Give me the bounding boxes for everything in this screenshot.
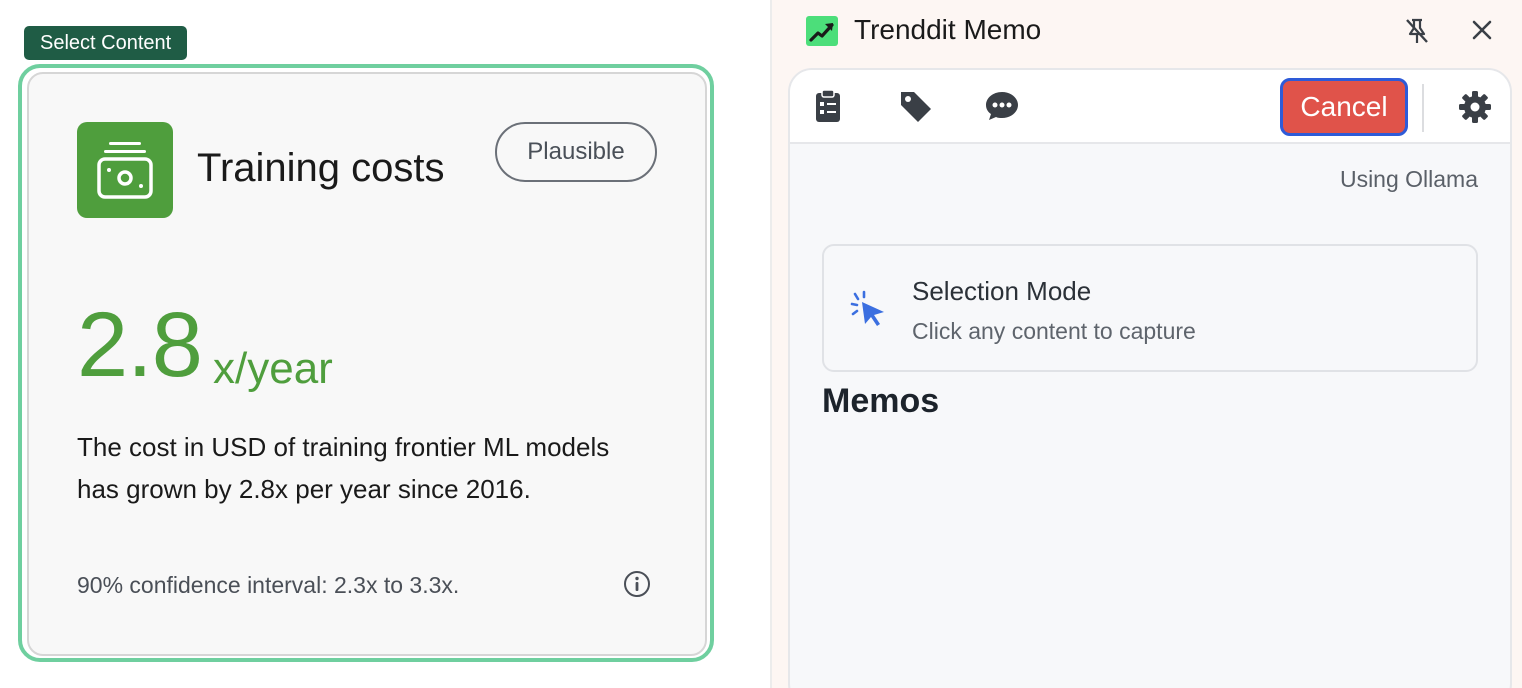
memos-heading: Memos [822,382,940,420]
panel-body: Cancel Using Ollama Selection Mode Click… [788,68,1512,688]
metric-unit: x/year [213,344,333,393]
metric-card[interactable]: Training costs Plausible 2.8 x/year The … [27,72,707,656]
trend-logo-icon [806,16,838,46]
info-icon[interactable] [623,570,651,598]
metric-description: The cost in USD of training frontier ML … [77,432,610,504]
plausible-badge: Plausible [495,122,657,182]
app-page: Select Content Training costs Plausible … [0,0,1522,688]
card-title: Training costs [197,146,445,190]
metric-value: 2.8 [77,294,203,396]
selection-mode-box: Selection Mode Click any content to capt… [822,244,1478,372]
confidence-interval: 90% confidence interval: 2.3x to 3.3x. [77,572,460,598]
money-icon [77,122,173,218]
memo-panel: Trenddit Memo Cancel Using Ollama Select… [772,0,1522,688]
panel-title: Trenddit Memo [854,14,1042,45]
selection-mode-title: Selection Mode [912,276,1092,306]
unpin-icon[interactable] [1402,16,1432,46]
panel-header: Trenddit Memo [772,0,1522,62]
cursor-click-icon [848,290,890,332]
engine-status: Using Ollama [1339,166,1478,192]
content-area: Select Content Training costs Plausible … [0,0,770,688]
panel-toolbar: Cancel [790,70,1510,144]
cancel-button[interactable]: Cancel [1280,78,1408,136]
chat-icon[interactable] [984,88,1020,124]
gear-icon[interactable] [1458,90,1492,124]
selection-mode-subtitle: Click any content to capture [912,318,1196,344]
select-content-tag: Select Content [24,26,188,60]
tag-icon[interactable] [898,88,934,124]
toolbar-divider [1422,84,1424,132]
clipboard-icon[interactable] [810,88,846,124]
close-icon[interactable] [1468,16,1496,44]
